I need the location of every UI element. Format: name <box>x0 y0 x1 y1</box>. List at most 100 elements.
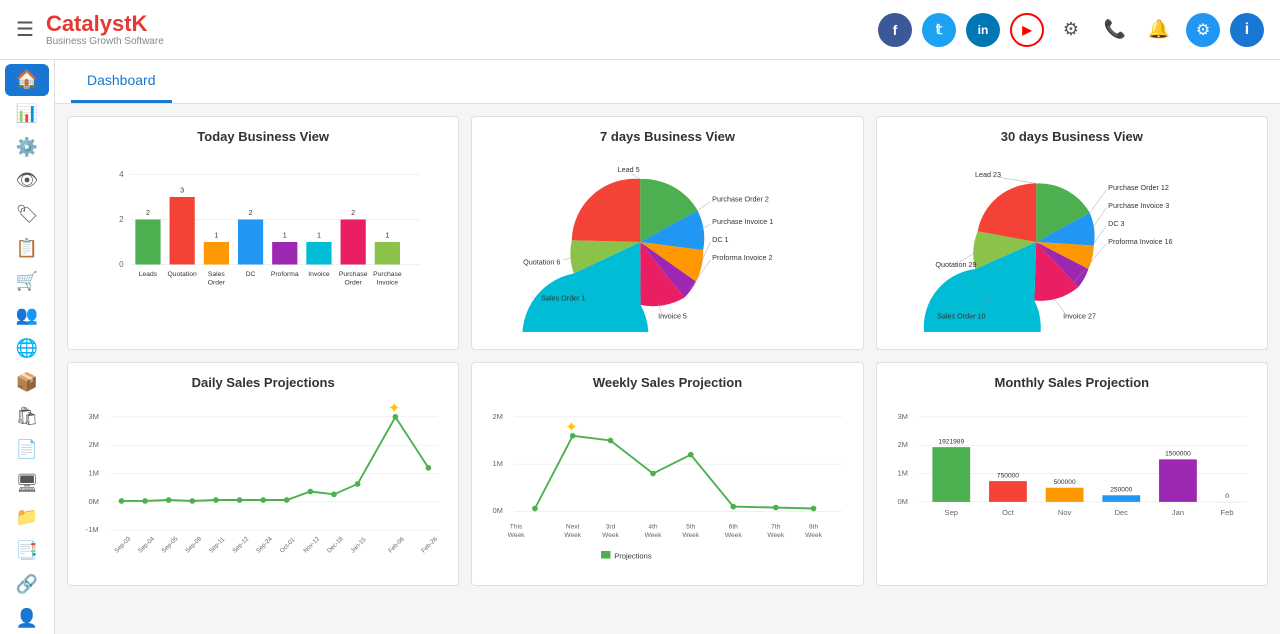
svg-text:1: 1 <box>317 231 321 240</box>
linkedin-icon[interactable]: in <box>966 13 1000 47</box>
svg-text:✦: ✦ <box>388 400 401 417</box>
svg-text:Week: Week <box>645 532 662 539</box>
svg-text:Nov-12: Nov-12 <box>302 535 321 554</box>
svg-text:Purchase Invoice 1: Purchase Invoice 1 <box>712 217 773 226</box>
twitter-icon[interactable]: 𝕥 <box>922 13 956 47</box>
svg-text:This: This <box>510 523 523 530</box>
svg-text:7th: 7th <box>772 523 782 530</box>
svg-text:1921989: 1921989 <box>938 438 964 445</box>
info-icon[interactable]: i <box>1230 13 1264 47</box>
bell-icon[interactable]: 🔔 <box>1142 13 1176 47</box>
sidebar-item-user[interactable]: 👤 <box>5 602 49 634</box>
svg-text:Invoice 27: Invoice 27 <box>1063 312 1096 321</box>
svg-text:Week: Week <box>805 532 822 539</box>
svg-text:Leads: Leads <box>139 271 158 278</box>
svg-text:2: 2 <box>249 208 253 217</box>
main-layout: 🏠 📊 ⚙️ 👁 🏷 📋 🛒 👥 🌐 📦 🛍 📄 🖥 📁 📑 🔗 👤 Dashb… <box>0 60 1280 634</box>
svg-text:DC: DC <box>246 271 256 278</box>
svg-text:5th: 5th <box>687 523 697 530</box>
logo-subtitle: Business Growth Software <box>46 36 164 47</box>
svg-text:Feb: Feb <box>1220 508 1233 517</box>
sidebar-item-docs[interactable]: 📄 <box>5 434 49 466</box>
sidebar-item-view[interactable]: 👁 <box>5 165 49 197</box>
svg-text:3M: 3M <box>88 412 98 421</box>
svg-text:Dec-18: Dec-18 <box>326 535 345 554</box>
header: ☰ CatalystK Business Growth Software f 𝕥… <box>0 0 1280 60</box>
svg-text:DC 3: DC 3 <box>1108 219 1124 228</box>
svg-text:Sales Order 1: Sales Order 1 <box>541 294 585 303</box>
sidebar-item-orders[interactable]: 📋 <box>5 232 49 264</box>
svg-text:4: 4 <box>119 170 124 179</box>
svg-text:0M: 0M <box>88 497 98 506</box>
svg-text:Lead 5: Lead 5 <box>618 165 640 174</box>
svg-text:Week: Week <box>725 532 742 539</box>
svg-text:Sep-04: Sep-04 <box>137 535 156 554</box>
daily-proj-chart: 3M 2M 1M 0M -1M <box>80 398 446 568</box>
svg-text:750000: 750000 <box>997 472 1019 479</box>
settings-icon[interactable]: ⚙ <box>1186 13 1220 47</box>
phone-icon[interactable]: 📞 <box>1098 13 1132 47</box>
today-bar-chart: 4 2 0 2 Leads 3 Quotation <box>80 152 446 332</box>
svg-text:Invoice: Invoice <box>308 271 330 278</box>
facebook-icon[interactable]: f <box>878 13 912 47</box>
svg-text:0: 0 <box>1225 493 1229 500</box>
weekly-proj-title: Weekly Sales Projection <box>484 375 850 390</box>
svg-text:Oct: Oct <box>1002 508 1015 517</box>
svg-text:Proforma: Proforma <box>271 271 299 278</box>
sidebar-item-files[interactable]: 📁 <box>5 501 49 533</box>
svg-text:Jan: Jan <box>1172 508 1184 517</box>
svg-text:Invoice: Invoice <box>377 279 399 286</box>
svg-text:Dec: Dec <box>1114 508 1128 517</box>
svg-text:Sales: Sales <box>208 271 226 278</box>
svg-text:0M: 0M <box>493 506 503 515</box>
svg-text:Order: Order <box>208 279 226 286</box>
sidebar-item-reports[interactable]: 📑 <box>5 535 49 567</box>
svg-text:Week: Week <box>565 532 582 539</box>
monthly-sales-projection-card: Monthly Sales Projection 3M 2M 1M 0M <box>876 362 1268 586</box>
svg-text:Quotation 29: Quotation 29 <box>935 260 976 269</box>
sidebar-item-screen[interactable]: 🖥 <box>5 468 49 500</box>
svg-text:Oct-01: Oct-01 <box>279 536 297 554</box>
sidebar-item-users[interactable]: 👥 <box>5 299 49 331</box>
youtube-icon[interactable]: ▶ <box>1010 13 1044 47</box>
sidebar-item-globe[interactable]: 🌐 <box>5 333 49 365</box>
svg-text:Sep-24: Sep-24 <box>255 535 274 554</box>
svg-text:Sales Order 10: Sales Order 10 <box>937 312 985 321</box>
svg-text:-1M: -1M <box>86 525 99 534</box>
svg-text:Sep: Sep <box>944 508 957 517</box>
sidebar-item-dashboard[interactable]: 📊 <box>5 98 49 130</box>
svg-text:Feb-06: Feb-06 <box>387 535 406 554</box>
svg-text:250000: 250000 <box>1110 487 1132 494</box>
svg-text:Order: Order <box>345 279 363 286</box>
svg-text:500000: 500000 <box>1053 479 1075 486</box>
tab-dashboard[interactable]: Dashboard <box>71 60 172 103</box>
sidebar-item-packages[interactable]: 📦 <box>5 367 49 399</box>
svg-text:2M: 2M <box>88 440 98 449</box>
svg-text:Quotation 6: Quotation 6 <box>523 258 560 267</box>
sidebar-item-tags[interactable]: 🏷 <box>5 199 49 231</box>
today-business-view-card: Today Business View 4 2 0 2 Leads <box>67 116 459 350</box>
puzzle-icon[interactable]: ⚙ <box>1054 13 1088 47</box>
svg-text:Proforma Invoice 2: Proforma Invoice 2 <box>712 253 772 262</box>
svg-text:1M: 1M <box>897 468 907 477</box>
svg-text:Nov: Nov <box>1058 508 1072 517</box>
sidebar-item-links[interactable]: 🔗 <box>5 569 49 601</box>
svg-text:2M: 2M <box>897 440 907 449</box>
svg-text:Purchase Order 12: Purchase Order 12 <box>1108 183 1169 192</box>
sidebar-item-home[interactable]: 🏠 <box>5 64 49 96</box>
sidebar-item-cart[interactable]: 🛒 <box>5 266 49 298</box>
svg-text:1M: 1M <box>88 468 98 477</box>
svg-text:Purchase: Purchase <box>373 271 402 278</box>
svg-text:2M: 2M <box>493 412 503 421</box>
svg-text:1M: 1M <box>493 459 503 468</box>
sidebar-item-shop[interactable]: 🛍 <box>5 400 49 432</box>
hamburger-icon[interactable]: ☰ <box>16 17 34 42</box>
tab-bar: Dashboard <box>55 60 1280 104</box>
sidebar-item-settings[interactable]: ⚙️ <box>5 131 49 163</box>
svg-text:2: 2 <box>119 215 124 224</box>
svg-text:Week: Week <box>768 532 785 539</box>
svg-text:3M: 3M <box>897 412 907 421</box>
svg-text:1500000: 1500000 <box>1165 451 1191 458</box>
svg-text:Sep-05: Sep-05 <box>161 535 180 554</box>
logo: CatalystK Business Growth Software <box>46 12 164 47</box>
